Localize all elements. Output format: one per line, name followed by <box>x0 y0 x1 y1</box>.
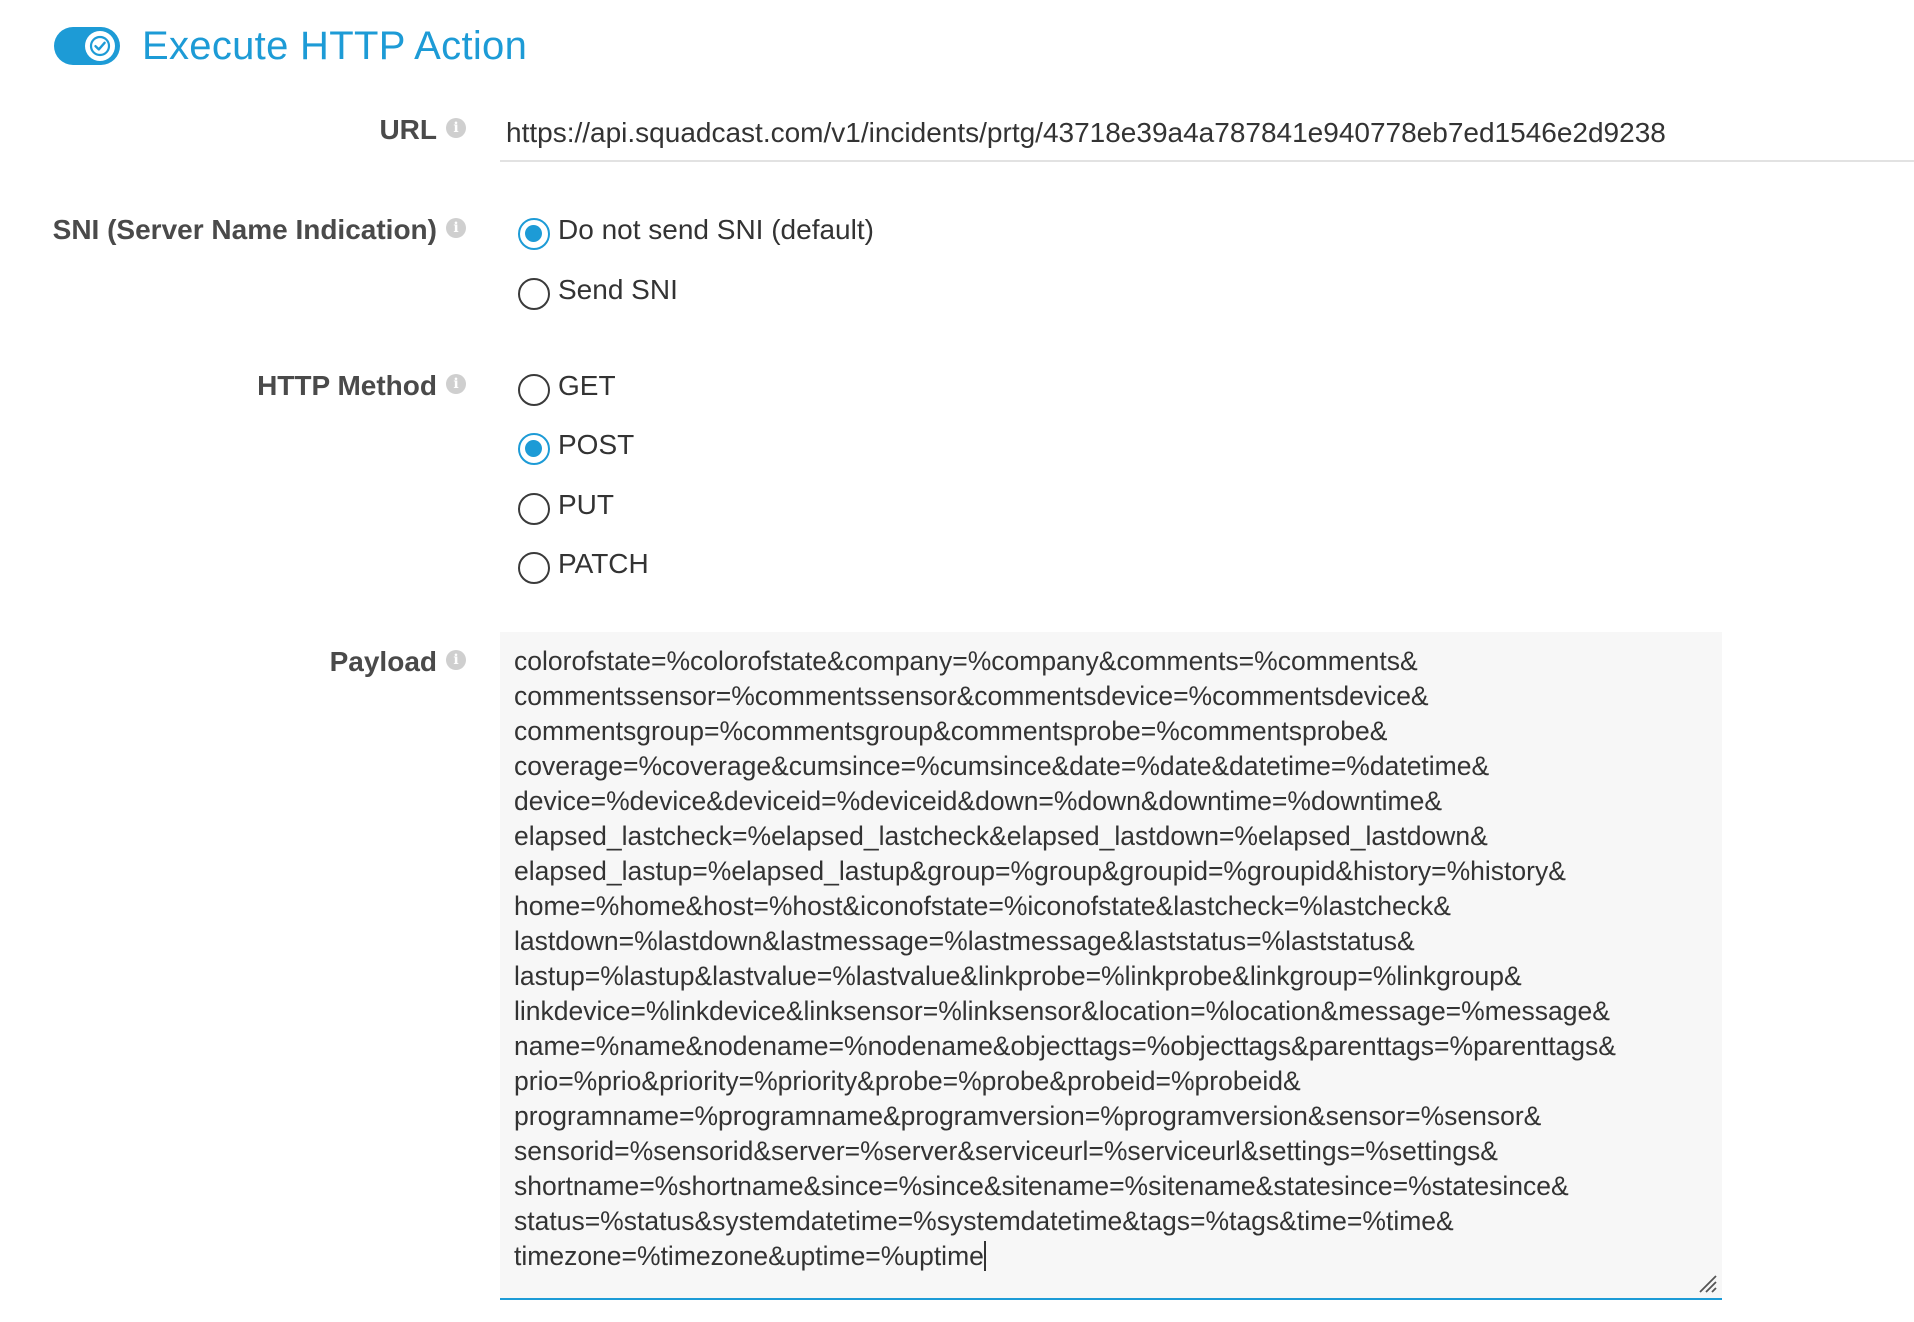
radio-button[interactable] <box>518 493 550 525</box>
payload-info-icon[interactable]: i <box>446 650 466 670</box>
sni-option-do-not-send[interactable]: Do not send SNI (default) <box>518 210 874 250</box>
payload-line: status=%status&systemdatetime=%systemdat… <box>514 1206 1454 1236</box>
toggle-knob <box>85 31 115 61</box>
payload-line: elapsed_lastup=%elapsed_lastup&group=%gr… <box>514 856 1566 886</box>
http-method-option-patch[interactable]: PATCH <box>518 544 649 584</box>
payload-line: shortname=%shortname&since=%since&sitena… <box>514 1171 1569 1201</box>
sni-label: SNI (Server Name Indication) <box>52 214 437 245</box>
payload-line: colorofstate=%colorofstate&company=%comp… <box>514 646 1418 676</box>
url-label: URL <box>379 114 437 145</box>
payload-line: lastdown=%lastdown&lastmessage=%lastmess… <box>514 926 1415 956</box>
radio-label: Send SNI <box>558 274 678 305</box>
http-method-option-get[interactable]: GET <box>518 366 616 406</box>
payload-line: elapsed_lastcheck=%elapsed_lastcheck&ela… <box>514 821 1488 851</box>
payload-line: name=%name&nodename=%nodename&objecttags… <box>514 1031 1616 1061</box>
http-method-info-icon[interactable]: i <box>446 374 466 394</box>
radio-label: GET <box>558 370 616 401</box>
sni-option-send[interactable]: Send SNI <box>518 270 678 310</box>
radio-label: PUT <box>558 489 614 520</box>
radio-label: Do not send SNI (default) <box>558 214 874 245</box>
text-caret <box>983 1241 986 1271</box>
radio-button[interactable] <box>518 278 550 310</box>
payload-line: commentsgroup=%commentsgroup&commentspro… <box>514 716 1388 746</box>
payload-text[interactable]: colorofstate=%colorofstate&company=%comp… <box>514 644 1708 1274</box>
payload-line: lastup=%lastup&lastvalue=%lastvalue&link… <box>514 961 1522 991</box>
payload-label: Payload <box>329 646 437 677</box>
radio-button[interactable] <box>518 552 550 584</box>
url-info-icon[interactable]: i <box>446 118 466 138</box>
radio-button[interactable] <box>518 218 550 250</box>
payload-textarea[interactable]: colorofstate=%colorofstate&company=%comp… <box>500 632 1722 1300</box>
http-method-option-post[interactable]: POST <box>518 425 634 465</box>
payload-line: linkdevice=%linkdevice&linksensor=%links… <box>514 996 1610 1026</box>
radio-label: POST <box>558 429 635 460</box>
payload-line: coverage=%coverage&cumsince=%cumsince&da… <box>514 751 1490 781</box>
payload-line: timezone=%timezone&uptime=%uptime <box>514 1241 984 1271</box>
url-input[interactable] <box>500 106 1914 162</box>
execute-http-toggle[interactable] <box>54 27 120 65</box>
section-title: Execute HTTP Action <box>142 23 528 68</box>
payload-line: sensorid=%sensorid&server=%server&servic… <box>514 1136 1498 1166</box>
check-icon <box>89 35 111 57</box>
resize-grip-icon[interactable] <box>1696 1272 1718 1294</box>
radio-button[interactable] <box>518 433 550 465</box>
radio-button[interactable] <box>518 374 550 406</box>
http-method-label: HTTP Method <box>257 370 437 401</box>
payload-line: prio=%prio&priority=%priority&probe=%pro… <box>514 1066 1301 1096</box>
section-header: Execute HTTP Action <box>54 18 527 74</box>
radio-label: PATCH <box>558 548 649 579</box>
sni-info-icon[interactable]: i <box>446 218 466 238</box>
payload-line: device=%device&deviceid=%deviceid&down=%… <box>514 786 1443 816</box>
payload-line: commentssensor=%commentssensor&commentsd… <box>514 681 1429 711</box>
payload-line: home=%home&host=%host&iconofstate=%icono… <box>514 891 1451 921</box>
http-method-option-put[interactable]: PUT <box>518 485 614 525</box>
payload-line: programname=%programname&programversion=… <box>514 1101 1542 1131</box>
